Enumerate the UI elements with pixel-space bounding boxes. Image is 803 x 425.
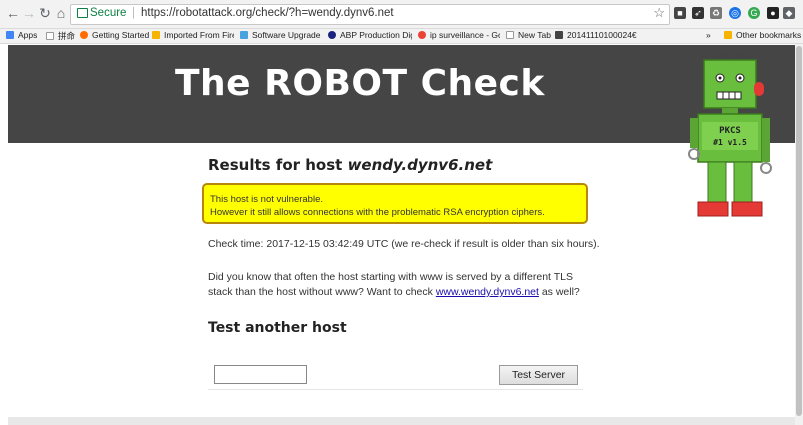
bookmark-numbered[interactable]: 20141110100024€	[555, 30, 637, 40]
bookmark-icon	[555, 31, 563, 39]
bookmark-apps[interactable]: Apps	[6, 30, 37, 40]
bookmark-other[interactable]: Other bookmarks	[724, 30, 801, 40]
reload-icon[interactable]: ↻	[37, 5, 53, 21]
header-banner: The ROBOT Check	[8, 45, 795, 143]
back-icon[interactable]: ←	[5, 5, 21, 21]
bookmark-ip-surveillance[interactable]: ip surveillance - Goo	[418, 30, 500, 40]
apps-grid-icon	[6, 31, 14, 39]
horizontal-scrollbar[interactable]	[8, 417, 795, 425]
bookmark-abp[interactable]: ABP Production Dig	[328, 30, 412, 40]
more-bookmarks-chevron[interactable]: »	[706, 30, 711, 40]
form-divider	[208, 389, 583, 390]
host-name: wendy.dynv6.net	[347, 156, 493, 174]
alert-line-rsa-ciphers: However it still allows connections with…	[210, 207, 545, 218]
url-separator: |	[132, 7, 135, 19]
test-server-button[interactable]: Test Server	[499, 365, 578, 385]
test-another-host-heading: Test another host	[208, 320, 347, 336]
host-input[interactable]	[214, 365, 307, 384]
rocket-extension-icon[interactable]: ➶	[692, 7, 704, 19]
bookmark-new-tab[interactable]: New Tab	[506, 30, 551, 40]
page-icon	[46, 32, 54, 40]
robot-mascot-illustration: PKCS #1 v1.5	[688, 53, 772, 217]
robot-text-pkcs: PKCS	[719, 126, 741, 136]
scrollbar-thumb[interactable]	[796, 46, 802, 416]
www-host-link[interactable]: www.wendy.dynv6.net	[436, 286, 539, 298]
www-info-paragraph: Did you know that often the host startin…	[208, 271, 580, 298]
vpn-extension-icon[interactable]: ◎	[729, 7, 741, 19]
robot-text-version: #1 v1.5	[713, 138, 747, 147]
cloud-icon	[240, 31, 248, 39]
forward-icon[interactable]: →	[21, 5, 37, 21]
bookmark-item[interactable]: 拼命	[46, 30, 75, 42]
vertical-scrollbar[interactable]	[795, 44, 803, 425]
home-icon[interactable]: ⌂	[53, 5, 69, 21]
folder-icon	[724, 31, 732, 39]
extension-icon[interactable]: ■	[674, 7, 686, 19]
user-extension-icon[interactable]: ●	[767, 7, 779, 19]
alert-line-vulnerable: This host is not vulnerable.	[210, 194, 324, 205]
check-time-text: Check time: 2017-12-15 03:42:49 UTC (we …	[208, 238, 600, 250]
secure-label: Secure	[90, 7, 127, 19]
firefox-icon	[80, 31, 88, 39]
bookmarks-bar: Apps 拼命 Getting Started Imported From Fi…	[0, 29, 803, 44]
results-heading: Results for host wendy.dynv6.net	[208, 156, 493, 174]
lock-icon	[77, 8, 88, 18]
grammarly-extension-icon[interactable]: G	[748, 7, 760, 19]
browser-toolbar: ← → ↻ ⌂ Secure | https://robotattack.org…	[0, 0, 803, 29]
folder-icon	[152, 31, 160, 39]
puzzle-extension-icon[interactable]: ◆	[783, 7, 795, 19]
bookmark-star-icon[interactable]: ☆	[653, 5, 665, 21]
page-icon	[506, 31, 514, 39]
abp-icon	[328, 31, 336, 39]
address-bar[interactable]: Secure | https://robotattack.org/check/?…	[70, 4, 670, 25]
recycle-extension-icon[interactable]: ♻	[710, 7, 722, 19]
result-alert-box: This host is not vulnerable. However it …	[202, 183, 588, 224]
bookmark-software-upgrade[interactable]: Software Upgrade F	[240, 30, 323, 40]
bookmark-imported[interactable]: Imported From Fire	[152, 30, 234, 40]
google-icon	[418, 31, 426, 39]
bookmark-getting-started[interactable]: Getting Started	[80, 30, 149, 40]
url-text[interactable]: https://robotattack.org/check/?h=wendy.d…	[141, 7, 394, 19]
page-title: The ROBOT Check	[175, 63, 545, 104]
